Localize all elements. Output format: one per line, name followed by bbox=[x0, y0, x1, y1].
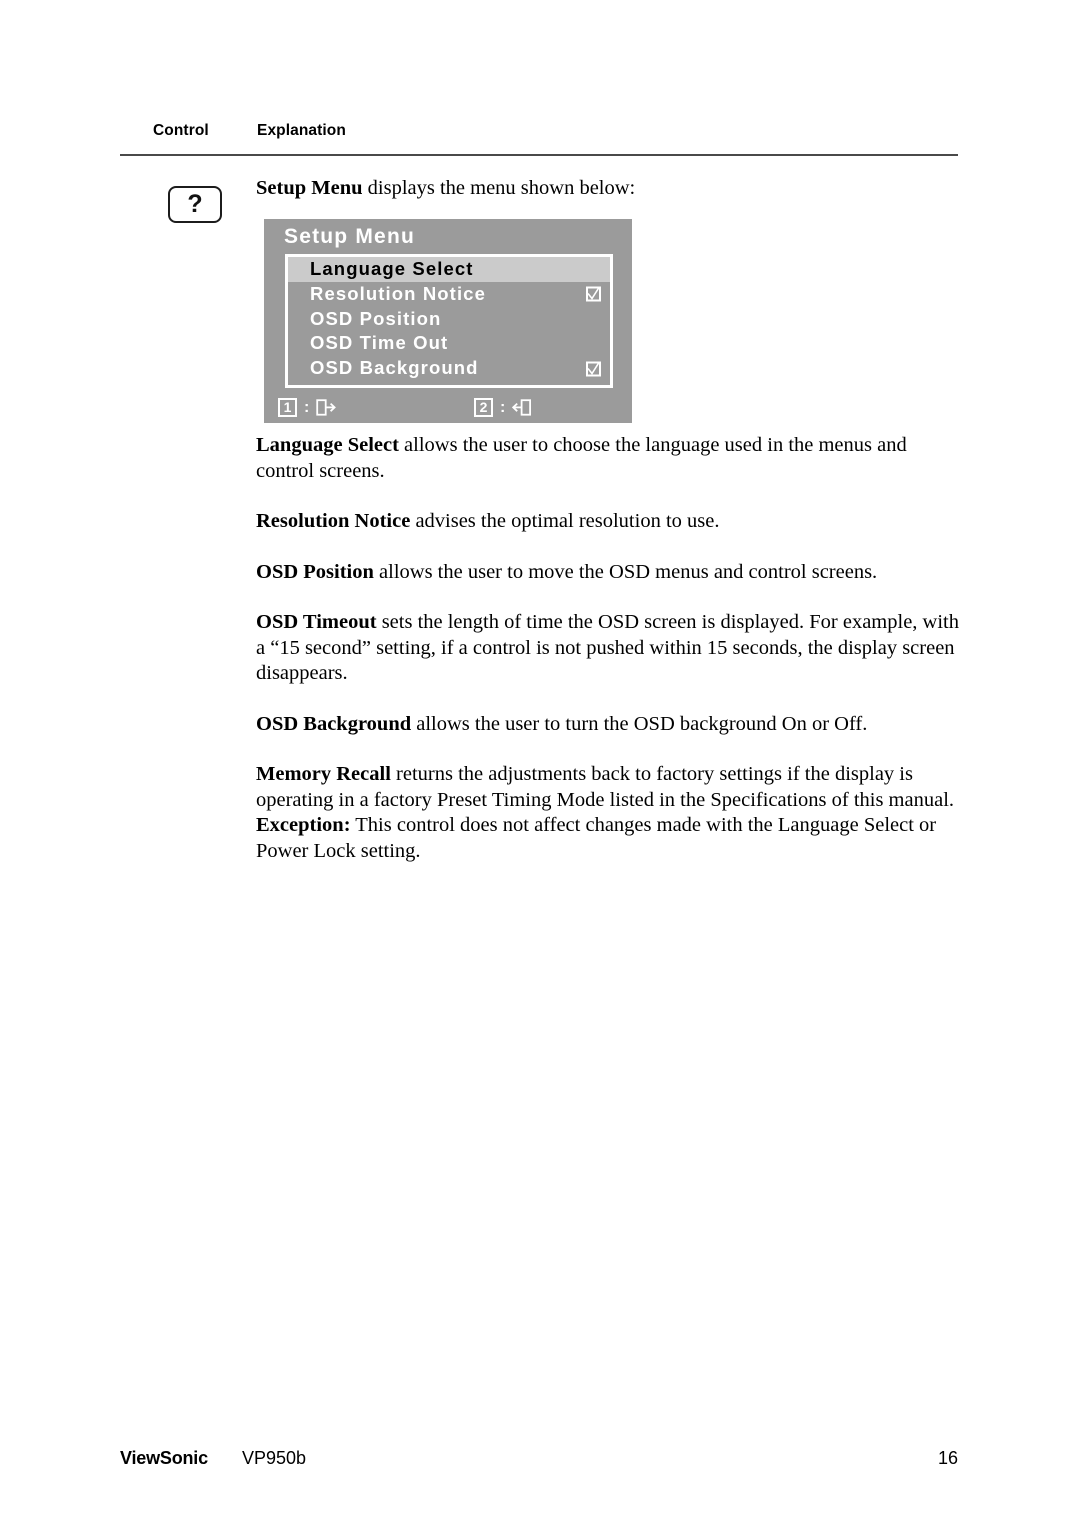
footer-model: VP950b bbox=[242, 1448, 307, 1468]
osd-menu-item-osd-time-out[interactable]: OSD Time Out bbox=[288, 331, 610, 356]
osd-menu-item-label: OSD Position bbox=[310, 307, 442, 329]
checkbox-checked-icon[interactable] bbox=[586, 361, 601, 377]
osd-footer-hints: 1 : 2 : bbox=[278, 395, 618, 419]
header-divider-rule bbox=[120, 154, 958, 156]
page-footer: ViewSonic VP950b 16 bbox=[120, 1448, 958, 1472]
osd-menu-item-label: Resolution Notice bbox=[310, 282, 486, 304]
osd-menu-item-language-select[interactable]: Language Select bbox=[288, 257, 610, 282]
paragraph-resolution-notice: Resolution Notice advises the optimal re… bbox=[256, 509, 962, 535]
column-header-explanation: Explanation bbox=[257, 122, 346, 139]
osd-menu-item-resolution-notice[interactable]: Resolution Notice bbox=[288, 282, 610, 307]
question-mark-glyph: ? bbox=[187, 189, 203, 218]
osd-hint-separator: : bbox=[500, 398, 506, 416]
paragraph-text: allows the user to move the OSD menus an… bbox=[373, 560, 878, 583]
osd-title: Setup Menu bbox=[284, 225, 415, 248]
intro-paragraph: Setup Menu displays the menu shown below… bbox=[256, 176, 962, 201]
footer-brand: ViewSonic bbox=[120, 1448, 208, 1468]
paragraph-text: This control does not affect changes mad… bbox=[256, 814, 937, 862]
paragraph-term: Language Select bbox=[256, 434, 399, 456]
paragraph-term: Memory Recall bbox=[256, 763, 391, 785]
osd-menu-item-osd-background[interactable]: OSD Background bbox=[288, 356, 610, 381]
osd-hint-button-1: 1 : bbox=[278, 395, 337, 419]
osd-menu-item-osd-position[interactable]: OSD Position bbox=[288, 307, 610, 332]
paragraph-osd-timeout: OSD Timeout sets the length of time the … bbox=[256, 610, 962, 687]
osd-menu-item-label: OSD Background bbox=[310, 357, 479, 379]
table-column-headers: Control Explanation bbox=[120, 122, 960, 144]
osd-setup-menu-screenshot: Setup Menu Language Select Resolution No… bbox=[264, 219, 632, 423]
question-mark-key-icon: ? bbox=[168, 186, 222, 223]
enter-left-icon bbox=[512, 398, 532, 417]
osd-button-number-2: 2 bbox=[474, 397, 493, 417]
osd-menu-item-label: Language Select bbox=[310, 258, 474, 279]
paragraph-text: allows the user to turn the OSD backgrou… bbox=[411, 712, 868, 735]
paragraph-exception: Exception: This control does not affect … bbox=[256, 813, 962, 864]
exit-right-icon bbox=[316, 398, 337, 417]
osd-hint-button-2: 2 : bbox=[474, 395, 532, 419]
paragraph-term: OSD Position bbox=[256, 560, 374, 583]
paragraph-text: advises the optimal resolution to use. bbox=[410, 510, 720, 532]
paragraph-term: OSD Background bbox=[256, 712, 412, 735]
osd-button-number-1: 1 bbox=[278, 397, 297, 417]
paragraph-term: OSD Timeout bbox=[256, 611, 377, 633]
osd-menu-list: Language Select Resolution Notice OSD Po… bbox=[285, 254, 613, 388]
footer-page-number: 16 bbox=[937, 1448, 958, 1468]
paragraph-language-select: Language Select allows the user to choos… bbox=[256, 433, 962, 484]
checkbox-checked-icon[interactable] bbox=[586, 286, 601, 302]
paragraph-osd-background: OSD Background allows the user to turn t… bbox=[256, 712, 962, 738]
intro-rest: displays the menu shown below: bbox=[362, 177, 636, 199]
osd-menu-item-label: OSD Time Out bbox=[310, 332, 449, 354]
osd-hint-separator: : bbox=[304, 398, 310, 416]
paragraph-term: Exception: bbox=[256, 814, 351, 836]
column-header-control: Control bbox=[153, 122, 209, 139]
paragraph-term: Resolution Notice bbox=[256, 510, 411, 532]
paragraph-memory-recall: Memory Recall returns the adjustments ba… bbox=[256, 762, 962, 813]
paragraph-osd-position: OSD Position allows the user to move the… bbox=[256, 560, 962, 586]
intro-bold-term: Setup Menu bbox=[256, 177, 363, 199]
